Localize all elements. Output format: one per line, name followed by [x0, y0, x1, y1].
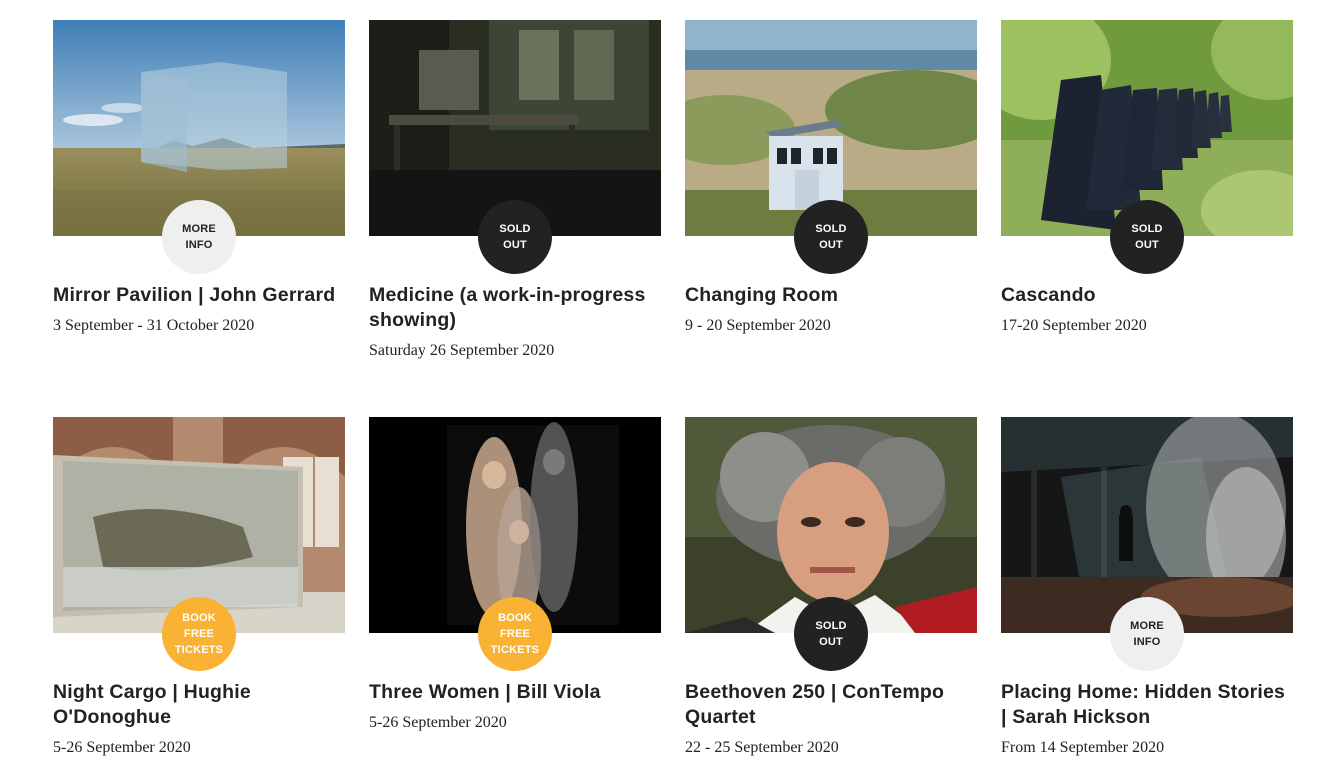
- event-card-cascando[interactable]: SOLD OUT Cascando 17-20 September 2020: [1001, 20, 1293, 336]
- event-date: 9 - 20 September 2020: [685, 317, 831, 334]
- events-grid: MORE INFO Mirror Pavilion | John Gerrard…: [0, 0, 1332, 778]
- book-free-tickets-badge[interactable]: BOOK FREE TICKETS: [478, 597, 552, 671]
- event-card-medicine[interactable]: SOLD OUT Medicine (a work-in-progress sh…: [369, 20, 661, 361]
- event-date: From 14 September 2020: [1001, 739, 1165, 756]
- event-date: Saturday 26 September 2020: [369, 342, 555, 359]
- event-card-night-cargo[interactable]: BOOK FREE TICKETS Night Cargo | Hughie O…: [53, 417, 345, 758]
- event-date: 22 - 25 September 2020: [685, 739, 839, 756]
- sold-out-badge[interactable]: SOLD OUT: [1110, 200, 1184, 274]
- event-card-changing-room[interactable]: SOLD OUT Changing Room 9 - 20 September …: [685, 20, 977, 336]
- event-date: 5-26 September 2020: [369, 714, 507, 731]
- event-card-mirror-pavilion[interactable]: MORE INFO Mirror Pavilion | John Gerrard…: [53, 20, 345, 336]
- sold-out-badge[interactable]: SOLD OUT: [478, 200, 552, 274]
- sold-out-badge[interactable]: SOLD OUT: [794, 597, 868, 671]
- event-date: 5-26 September 2020: [53, 739, 191, 756]
- more-info-badge[interactable]: MORE INFO: [162, 200, 236, 274]
- more-info-badge[interactable]: MORE INFO: [1110, 597, 1184, 671]
- event-date: 17-20 September 2020: [1001, 317, 1147, 334]
- event-card-three-women[interactable]: BOOK FREE TICKETS Three Women | Bill Vio…: [369, 417, 661, 733]
- event-card-placing-home[interactable]: MORE INFO Placing Home: Hidden Stories |…: [1001, 417, 1293, 758]
- book-free-tickets-badge[interactable]: BOOK FREE TICKETS: [162, 597, 236, 671]
- event-card-beethoven-250[interactable]: SOLD OUT Beethoven 250 | ConTempo Quarte…: [685, 417, 977, 758]
- sold-out-badge[interactable]: SOLD OUT: [794, 200, 868, 274]
- event-date: 3 September - 31 October 2020: [53, 317, 255, 334]
